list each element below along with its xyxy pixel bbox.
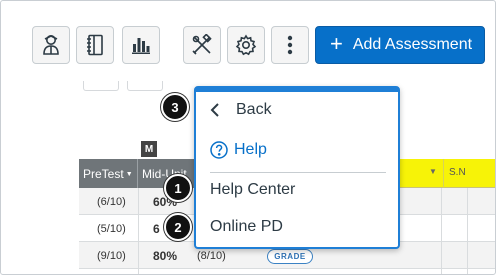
gradebook-button[interactable] <box>76 26 114 64</box>
menu-item-label: Help Center <box>210 181 296 198</box>
column-divider <box>441 188 442 274</box>
column-divider <box>443 159 444 188</box>
caret-down-icon: ▼ <box>429 167 437 176</box>
step-callout-1: 1 <box>164 174 192 202</box>
column-header-label: S.N <box>449 167 466 178</box>
menu-item-help[interactable]: Help <box>210 141 267 159</box>
plus-icon: + <box>330 31 343 56</box>
step-callout-2: 2 <box>164 213 192 241</box>
chevron-left-icon <box>210 103 219 117</box>
student-view-button[interactable] <box>32 26 70 64</box>
settings-button[interactable] <box>227 26 265 64</box>
column-divider <box>467 188 468 274</box>
menu-item-label: Online PD <box>210 218 283 235</box>
m-badge: M <box>141 141 157 157</box>
menu-item-label: Back <box>236 101 272 118</box>
pretest-cell: (9/10) <box>97 250 126 262</box>
menu-item-online-pd[interactable]: Online PD <box>210 218 283 236</box>
app-window: + Add Assessment M PreTest ▼ Mid-Unit ▼ S… <box>0 0 496 275</box>
midunit-cell: 6 <box>153 222 160 236</box>
reports-button[interactable] <box>122 26 160 64</box>
add-assessment-label: Add Assessment <box>352 36 473 53</box>
tab-stub <box>127 81 163 91</box>
menu-top-bar <box>196 88 398 92</box>
tab-stub <box>83 81 119 91</box>
column-divider <box>138 188 139 274</box>
menu-item-label: Help <box>234 141 267 158</box>
caret-down-icon: ▼ <box>125 171 133 178</box>
score-cell: (8/10) <box>197 250 226 262</box>
menu-separator <box>210 172 386 173</box>
chart-icon <box>132 38 150 54</box>
pretest-cell: (5/10) <box>97 223 126 235</box>
menu-item-help-center[interactable]: Help Center <box>210 181 295 199</box>
gear-icon <box>235 34 257 56</box>
more-options-button[interactable] <box>271 26 309 64</box>
add-assessment-button[interactable]: + Add Assessment <box>315 26 485 64</box>
column-header-label: PreTest <box>83 166 124 181</box>
more-vertical-icon <box>287 35 293 55</box>
gradebook-icon <box>87 34 103 56</box>
tools-icon <box>192 34 212 55</box>
pretest-cell: (6/10) <box>97 196 126 208</box>
midunit-cell: 80% <box>153 249 178 263</box>
help-circle-icon <box>210 141 228 159</box>
highlighted-column-header[interactable]: ▼ S.N <box>399 159 495 188</box>
step-callout-3: 3 <box>161 93 189 121</box>
options-dropdown-menu: Back Help Help Center Online PD <box>194 86 400 249</box>
grade-button[interactable]: GRADE <box>267 249 313 264</box>
menu-item-back[interactable]: Back <box>210 101 272 119</box>
student-icon <box>43 35 59 55</box>
column-header-pretest[interactable]: PreTest ▼ <box>79 159 138 188</box>
tools-button[interactable] <box>183 26 221 64</box>
